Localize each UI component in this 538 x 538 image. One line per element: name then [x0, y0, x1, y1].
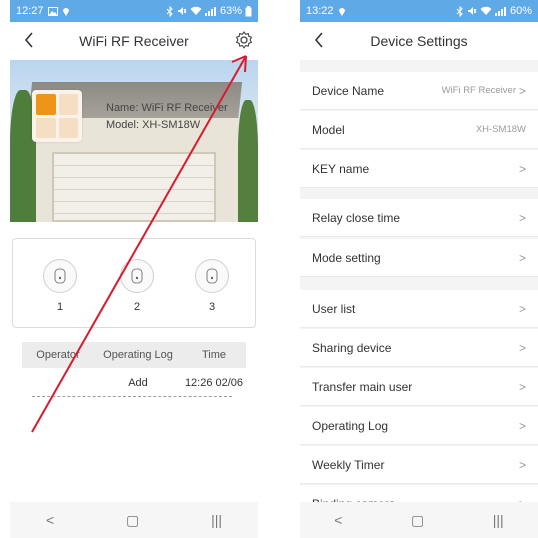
divider	[32, 396, 232, 397]
system-nav-bar: < ▢ |||	[10, 502, 258, 538]
log-table-header: Operator Operating Log Time	[22, 342, 246, 368]
settings-row-relay-close-time[interactable]: Relay close time >	[300, 199, 538, 237]
tile-cell	[58, 117, 78, 138]
nav-recents-button[interactable]: |||	[211, 512, 222, 528]
app-header: WiFi RF Receiver	[10, 22, 258, 60]
settings-row-weekly-timer[interactable]: Weekly Timer >	[300, 446, 538, 484]
mute-icon	[467, 6, 477, 16]
mute-icon	[177, 6, 187, 16]
chevron-right-icon: >	[518, 379, 526, 394]
back-icon[interactable]	[20, 30, 40, 50]
system-nav-bar: < ▢ |||	[300, 502, 538, 538]
row-label: Device Name	[312, 83, 385, 98]
nav-recents-button[interactable]: |||	[493, 512, 504, 528]
signal-icon	[494, 6, 507, 16]
settings-row-sharing-device[interactable]: Sharing device >	[300, 329, 538, 367]
battery-percent: 63%	[219, 5, 242, 17]
device-info: Name: WiFi RF Receiver Model: XH-SM18W	[106, 100, 228, 134]
gallery-icon	[47, 6, 58, 16]
row-label: Weekly Timer	[312, 457, 385, 472]
location-icon	[338, 6, 346, 16]
bluetooth-icon	[166, 5, 174, 17]
gear-icon[interactable]	[234, 30, 254, 50]
chevron-right-icon: >	[518, 210, 526, 225]
log-action: Add	[128, 377, 148, 389]
key-number: 1	[56, 301, 64, 313]
nav-home-button[interactable]: ▢	[411, 512, 424, 529]
wifi-icon	[190, 6, 202, 16]
nav-back-button[interactable]: <	[334, 512, 342, 528]
tile-cell	[58, 94, 78, 115]
device-model-text: Model: XH-SM18W	[106, 119, 201, 131]
key-icon	[120, 259, 154, 293]
battery-icon	[245, 5, 252, 17]
status-time: 12:27	[16, 5, 44, 17]
back-icon[interactable]	[310, 30, 330, 50]
app-header: Device Settings	[300, 22, 538, 60]
device-hero-image: Name: WiFi RF Receiver Model: XH-SM18W	[10, 60, 258, 222]
nav-back-button[interactable]: <	[46, 512, 54, 528]
chevron-right-icon: >	[518, 161, 526, 176]
status-time: 13:22	[306, 5, 334, 17]
chevron-right-icon: >	[518, 250, 526, 265]
key-button-2[interactable]: 2	[120, 259, 154, 313]
device-name-text: Name: WiFi RF Receiver	[106, 102, 228, 114]
settings-row-key-name[interactable]: KEY name >	[300, 150, 538, 188]
battery-percent: 60%	[509, 5, 532, 17]
page-title: Device Settings	[370, 33, 468, 49]
key-icon	[43, 259, 77, 293]
phone-screen-left: 12:27 63% WiFi RF Receiver Name: WiFi RF…	[10, 0, 258, 538]
column-header-time: Time	[201, 349, 227, 361]
chevron-right-icon: >	[518, 301, 526, 316]
row-label: Relay close time	[312, 210, 401, 225]
row-label: Mode setting	[312, 250, 381, 265]
row-value: WiFi RF Receiver	[441, 85, 516, 96]
settings-row-device-name[interactable]: Device Name WiFi RF Receiver >	[300, 72, 538, 110]
settings-row-mode-setting[interactable]: Mode setting >	[300, 239, 538, 277]
tree-right	[238, 100, 258, 222]
phone-screen-right: 13:22 60% Device Settings Device Name Wi…	[300, 0, 538, 538]
row-label: Model	[312, 122, 345, 137]
bluetooth-icon	[456, 5, 464, 17]
tile-cell-active	[36, 94, 56, 115]
key-number: 3	[208, 301, 216, 313]
column-header-log: Operating Log	[103, 349, 173, 361]
garage-door	[52, 152, 216, 222]
settings-row-user-list[interactable]: User list >	[300, 290, 538, 328]
key-icon	[195, 259, 229, 293]
status-bar: 13:22 60%	[300, 0, 538, 22]
chevron-right-icon: >	[518, 340, 526, 355]
table-row: Add 12:26 02/06	[22, 372, 246, 394]
log-time: 12:26 02/06	[184, 377, 244, 389]
page-title: WiFi RF Receiver	[79, 33, 189, 49]
wifi-icon	[480, 6, 492, 16]
row-label: User list	[312, 301, 356, 316]
column-header-operator: Operator	[36, 349, 80, 361]
row-label: Sharing device	[312, 340, 392, 355]
key-number: 2	[133, 301, 141, 313]
row-label: Operating Log	[312, 418, 389, 433]
row-label: Transfer main user	[312, 379, 413, 394]
location-icon	[62, 6, 70, 16]
chevron-right-icon: >	[518, 418, 526, 433]
settings-row-model: Model XH-SM18W	[300, 111, 538, 149]
key-button-1[interactable]: 1	[43, 259, 77, 313]
signal-icon	[204, 6, 217, 16]
settings-row-transfer-main-user[interactable]: Transfer main user >	[300, 368, 538, 406]
nav-home-button[interactable]: ▢	[126, 512, 139, 529]
keys-card: 1 2 3	[12, 238, 256, 328]
chevron-right-icon: >	[518, 83, 526, 98]
row-label: KEY name	[312, 161, 370, 176]
settings-row-operating-log[interactable]: Operating Log >	[300, 407, 538, 445]
row-value: XH-SM18W	[475, 124, 526, 135]
chevron-right-icon: >	[518, 457, 526, 472]
device-tile-icon	[32, 90, 82, 142]
tile-cell	[36, 117, 56, 138]
status-bar: 12:27 63%	[10, 0, 258, 22]
key-button-3[interactable]: 3	[195, 259, 229, 313]
